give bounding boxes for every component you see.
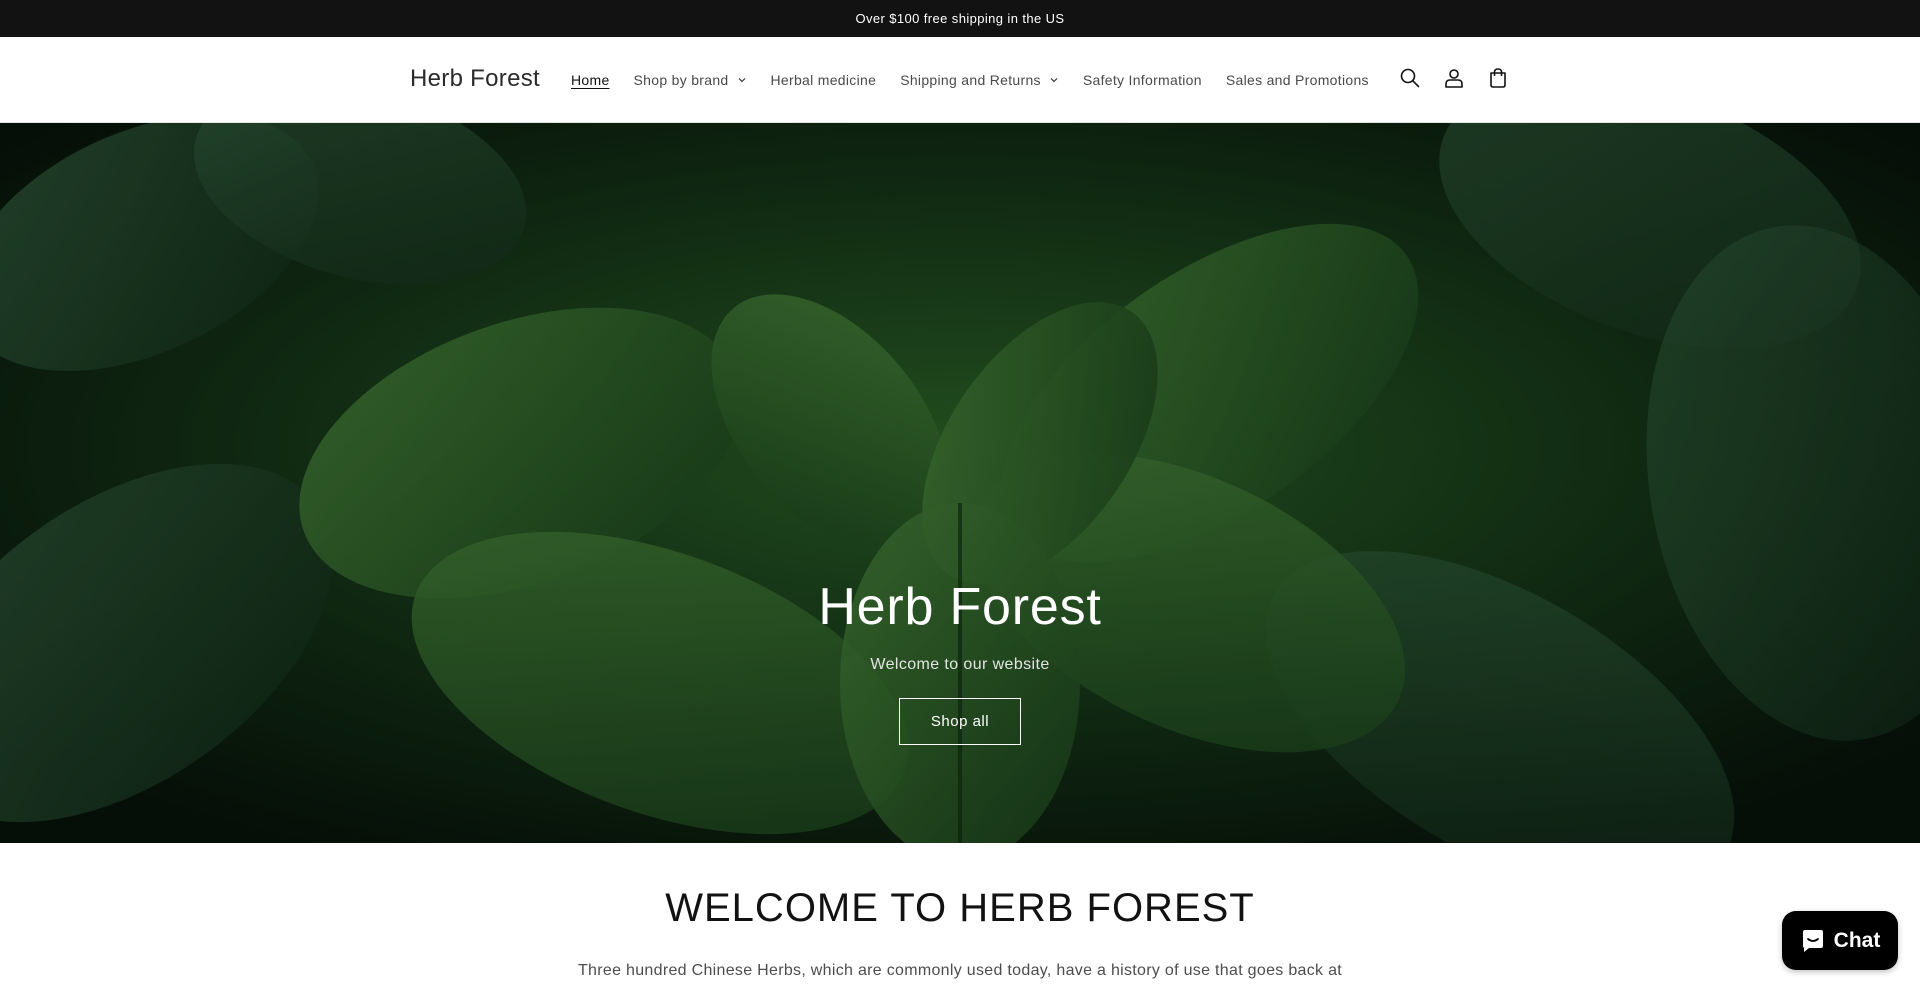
cart-icon[interactable] xyxy=(1486,66,1510,90)
chat-label: Chat xyxy=(1833,928,1881,952)
hero-content: Herb Forest Welcome to our website Shop … xyxy=(0,578,1920,746)
nav-herbal-medicine-label: Herbal medicine xyxy=(770,72,877,88)
nav-sales-promotions-label: Sales and Promotions xyxy=(1225,72,1369,88)
nav-home[interactable]: Home xyxy=(571,72,610,88)
hero-subtitle: Welcome to our website xyxy=(870,656,1050,674)
chevron-down-icon xyxy=(1050,78,1058,83)
chat-bubble-icon xyxy=(1802,929,1823,952)
nav-sales-promotions[interactable]: Sales and Promotions xyxy=(1226,72,1369,88)
chevron-down-icon xyxy=(738,78,745,83)
account-icon[interactable] xyxy=(1442,66,1466,90)
nav-safety-information[interactable]: Safety Information xyxy=(1083,72,1202,88)
welcome-title: WELCOME TO HERB FOREST xyxy=(665,886,1255,930)
announcement-text: Over $100 free shipping in the US xyxy=(855,11,1065,26)
hero-banner: Herb Forest Welcome to our website Shop … xyxy=(0,123,1920,843)
hero-title: Herb Forest xyxy=(818,578,1102,636)
nav-shipping-returns[interactable]: Shipping and Returns xyxy=(900,72,1059,88)
site-logo[interactable]: Herb Forest xyxy=(410,65,540,93)
nav-herbal-medicine[interactable]: Herbal medicine xyxy=(771,72,877,88)
header-icons xyxy=(1398,66,1510,90)
welcome-section: WELCOME TO HERB FOREST Three hundred Chi… xyxy=(0,843,1920,993)
nav-home-label: Home xyxy=(571,72,610,88)
chat-button[interactable]: Chat xyxy=(1782,911,1898,970)
nav-shop-by-brand-label: Shop by brand xyxy=(633,72,729,88)
site-header: Herb Forest Home Shop by brand Herbal me… xyxy=(0,37,1920,123)
search-icon[interactable] xyxy=(1398,66,1422,90)
announcement-bar: Over $100 free shipping in the US xyxy=(0,0,1920,37)
welcome-text: Three hundred Chinese Herbs, which are c… xyxy=(577,962,1343,993)
shop-all-button[interactable]: Shop all xyxy=(899,698,1021,746)
nav-safety-information-label: Safety Information xyxy=(1082,72,1202,88)
nav-shipping-returns-label: Shipping and Returns xyxy=(900,72,1041,88)
nav-shop-by-brand[interactable]: Shop by brand xyxy=(634,72,747,88)
main-nav: Home Shop by brand Herbal medicine Shipp… xyxy=(571,37,1369,123)
